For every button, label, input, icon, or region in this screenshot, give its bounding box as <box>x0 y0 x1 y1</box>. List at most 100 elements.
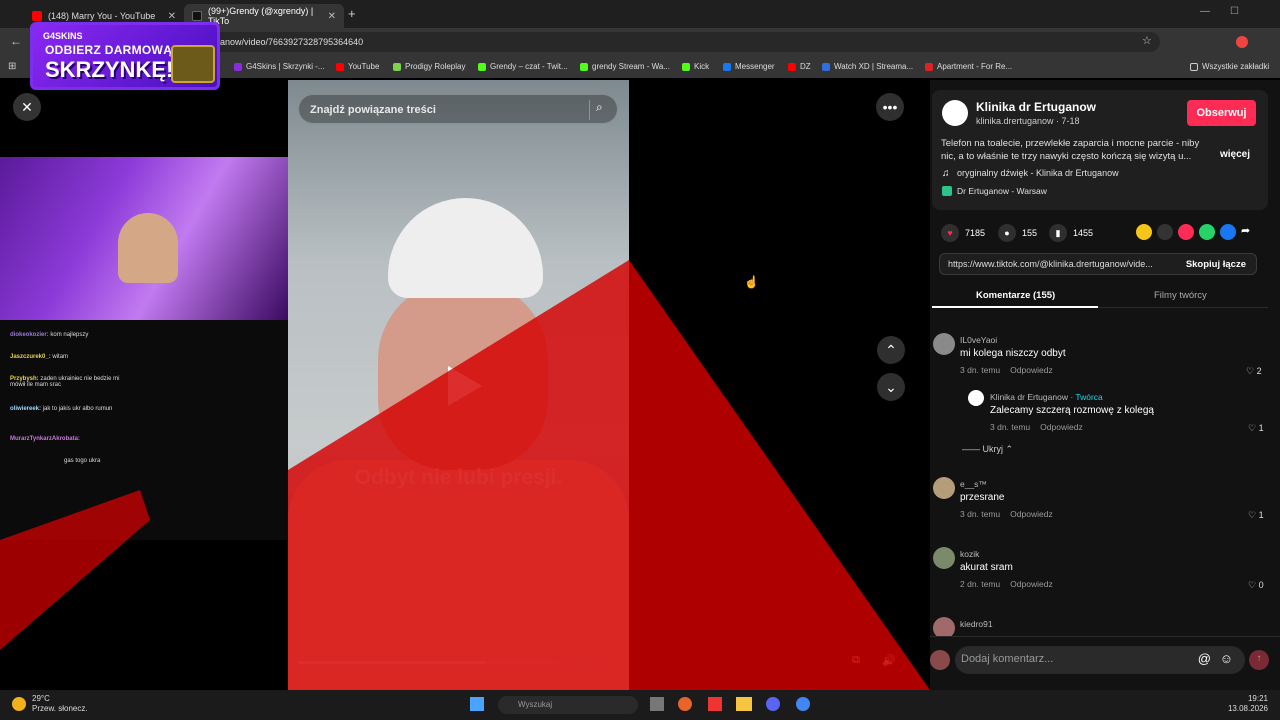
comment-user[interactable]: kiedro91 <box>960 619 993 629</box>
reply-button[interactable]: Odpowiedz <box>1010 509 1053 519</box>
save-button[interactable]: ▮ 1455 <box>1049 224 1093 242</box>
all-bookmarks[interactable]: Wszystkie zakładki <box>1190 62 1269 71</box>
chat-user: MurarzTynkarzAkrobata: <box>10 436 80 442</box>
hide-replies-button[interactable]: —— Ukryj ⌃ <box>962 444 1013 455</box>
share-url[interactable]: https://www.tiktok.com/@klinika.drertuga… <box>948 259 1153 269</box>
avatar[interactable] <box>968 390 984 406</box>
comment-user[interactable]: IL0veYaoi <box>960 335 1066 345</box>
bookmark-messenger[interactable]: Messenger <box>723 62 775 71</box>
related-search-input[interactable]: Znajdź powiązane treści ⌕ <box>298 94 618 124</box>
weather-widget[interactable]: 29°C Przew. słonecz. <box>32 694 88 714</box>
chat-user: diokeokozier: <box>10 332 49 338</box>
weather-icon <box>12 697 26 711</box>
bookmark-dz[interactable]: DZ <box>788 62 811 71</box>
profile-avatar[interactable] <box>1236 36 1248 48</box>
follow-button[interactable]: Obserwuj <box>1187 100 1256 126</box>
reply-button[interactable]: Odpowiedz <box>1010 365 1053 375</box>
sound-link[interactable]: oryginalny dźwięk - Klinika dr Ertuganow <box>957 168 1119 178</box>
save-count: 1455 <box>1073 228 1094 238</box>
address-bar[interactable]: uganow/video/7663927328795364640 <box>200 32 1160 52</box>
volume-icon[interactable]: 🔊 <box>882 654 896 667</box>
youtube-icon <box>336 62 344 71</box>
reply-button[interactable]: Odpowiedz <box>1010 579 1053 589</box>
comment-like-button[interactable]: ♡ 2 <box>1246 366 1262 377</box>
bookmark-youtube[interactable]: YouTube <box>336 62 379 71</box>
minimize-icon[interactable]: — <box>1200 6 1210 17</box>
comment-user[interactable]: e__s™ <box>960 479 1063 489</box>
comment-like-button[interactable]: ♡ 1 <box>1248 423 1264 434</box>
close-icon[interactable]: ✕ <box>168 11 176 22</box>
bookmark-kick[interactable]: Kick <box>682 62 709 71</box>
whatsapp-icon[interactable] <box>1199 224 1215 240</box>
more-button[interactable]: więcej <box>1220 149 1250 160</box>
location-link[interactable]: Dr Ertuganow - Warsaw <box>942 186 1047 196</box>
facebook-icon[interactable] <box>1220 224 1236 240</box>
comment-text: przesrane <box>960 492 1005 503</box>
comment-like-count: 1 <box>1258 423 1264 433</box>
new-tab-button[interactable]: + <box>348 6 356 21</box>
embed-icon[interactable] <box>1157 224 1173 240</box>
reply-button[interactable]: Odpowiedz <box>1040 422 1083 432</box>
avatar[interactable] <box>933 333 955 355</box>
close-icon: ✕ <box>21 98 33 115</box>
star-icon[interactable]: ☆ <box>1142 34 1152 47</box>
bookmark-prodigy[interactable]: Prodigy Roleplay <box>393 62 465 71</box>
previous-video-button[interactable]: ⌃ <box>877 336 905 364</box>
comment-user[interactable]: kozik <box>960 549 1063 559</box>
start-icon[interactable] <box>470 697 484 711</box>
comment-button[interactable]: ● 155 <box>998 224 1037 242</box>
maximize-icon[interactable]: ☐ <box>1230 6 1239 17</box>
bookmark-grendy-stream[interactable]: grendy Stream - Wa... <box>580 62 670 71</box>
bookmark-apartment[interactable]: Apartment - For Re... <box>925 62 1012 71</box>
creator-name[interactable]: Klinika dr Ertuganow <box>976 100 1096 114</box>
firefox-icon[interactable] <box>678 697 692 711</box>
folder-icon[interactable] <box>736 697 752 711</box>
location-label: Dr Ertuganow - Warsaw <box>957 186 1047 196</box>
avatar[interactable] <box>933 477 955 499</box>
copy-link-button[interactable]: Skopiuj łącze <box>1186 259 1246 270</box>
chat-line: MurarzTynkarzAkrobata: <box>10 436 80 442</box>
taskbar-search[interactable]: Wyszukaj <box>498 696 638 714</box>
kick-icon <box>682 62 690 71</box>
comment-input[interactable]: Dodaj komentarz... @ ☺ <box>955 646 1245 674</box>
comment-item: kozik akurat sram 2 dn. temu Odpowiedz <box>960 549 1063 589</box>
video-progress-bar[interactable] <box>298 661 558 664</box>
bookmark-g4skins[interactable]: G4Skins | Skrzynki -... <box>234 62 325 71</box>
emoji-icon[interactable]: ☺ <box>1220 651 1233 666</box>
more-options-button[interactable]: ••• <box>876 93 904 121</box>
app-icon[interactable] <box>708 697 722 711</box>
chat-line: oliwiereek: jak to jakis ukr albo rumun <box>10 406 112 412</box>
repost-icon[interactable] <box>1136 224 1152 240</box>
system-clock[interactable]: 19:21 13.08.2026 <box>1228 694 1268 714</box>
mention-icon[interactable]: @ <box>1198 651 1211 666</box>
share-icon[interactable]: ➦ <box>1241 224 1257 240</box>
discord-icon[interactable] <box>766 697 780 711</box>
apps-icon[interactable]: ⊞ <box>8 61 16 72</box>
close-icon[interactable]: ✕ <box>328 11 336 22</box>
comment-like-button[interactable]: ♡ 0 <box>1248 580 1264 591</box>
chrome-icon[interactable] <box>796 697 810 711</box>
next-video-button[interactable]: ⌄ <box>877 373 905 401</box>
back-icon[interactable]: ← <box>10 34 22 48</box>
bookmark-grendy-chat[interactable]: Grendy – czat - Twit... <box>478 62 568 71</box>
ad-brand: G4SKINS <box>43 31 83 41</box>
play-icon[interactable] <box>444 364 484 408</box>
search-icon[interactable]: ⌕ <box>589 100 609 120</box>
avatar[interactable] <box>933 547 955 569</box>
tab-comments[interactable]: Komentarze (155) <box>976 290 1055 301</box>
comment-item: IL0veYaoi mi kolega niszczy odbyt 3 dn. … <box>960 335 1066 375</box>
facebook-icon <box>723 62 731 71</box>
kick-icon <box>580 62 588 71</box>
like-button[interactable]: ♥ 7185 <box>941 224 985 242</box>
send-comment-button[interactable]: ↑ <box>1249 650 1269 670</box>
tab-title: (148) Marry You - YouTube <box>48 11 156 21</box>
task-view-icon[interactable] <box>650 697 664 711</box>
comment-user[interactable]: Klinika dr Ertuganow <box>990 392 1068 402</box>
comment-like-button[interactable]: ♡ 1 <box>1248 510 1264 521</box>
bookmark-watchxd[interactable]: Watch XD | Streama... <box>822 62 913 71</box>
send-icon[interactable] <box>1178 224 1194 240</box>
pip-icon[interactable]: ⧉ <box>852 654 860 667</box>
tab-creator-videos[interactable]: Filmy twórcy <box>1154 290 1207 301</box>
close-button[interactable]: ✕ <box>13 93 41 121</box>
creator-avatar[interactable] <box>942 100 968 126</box>
